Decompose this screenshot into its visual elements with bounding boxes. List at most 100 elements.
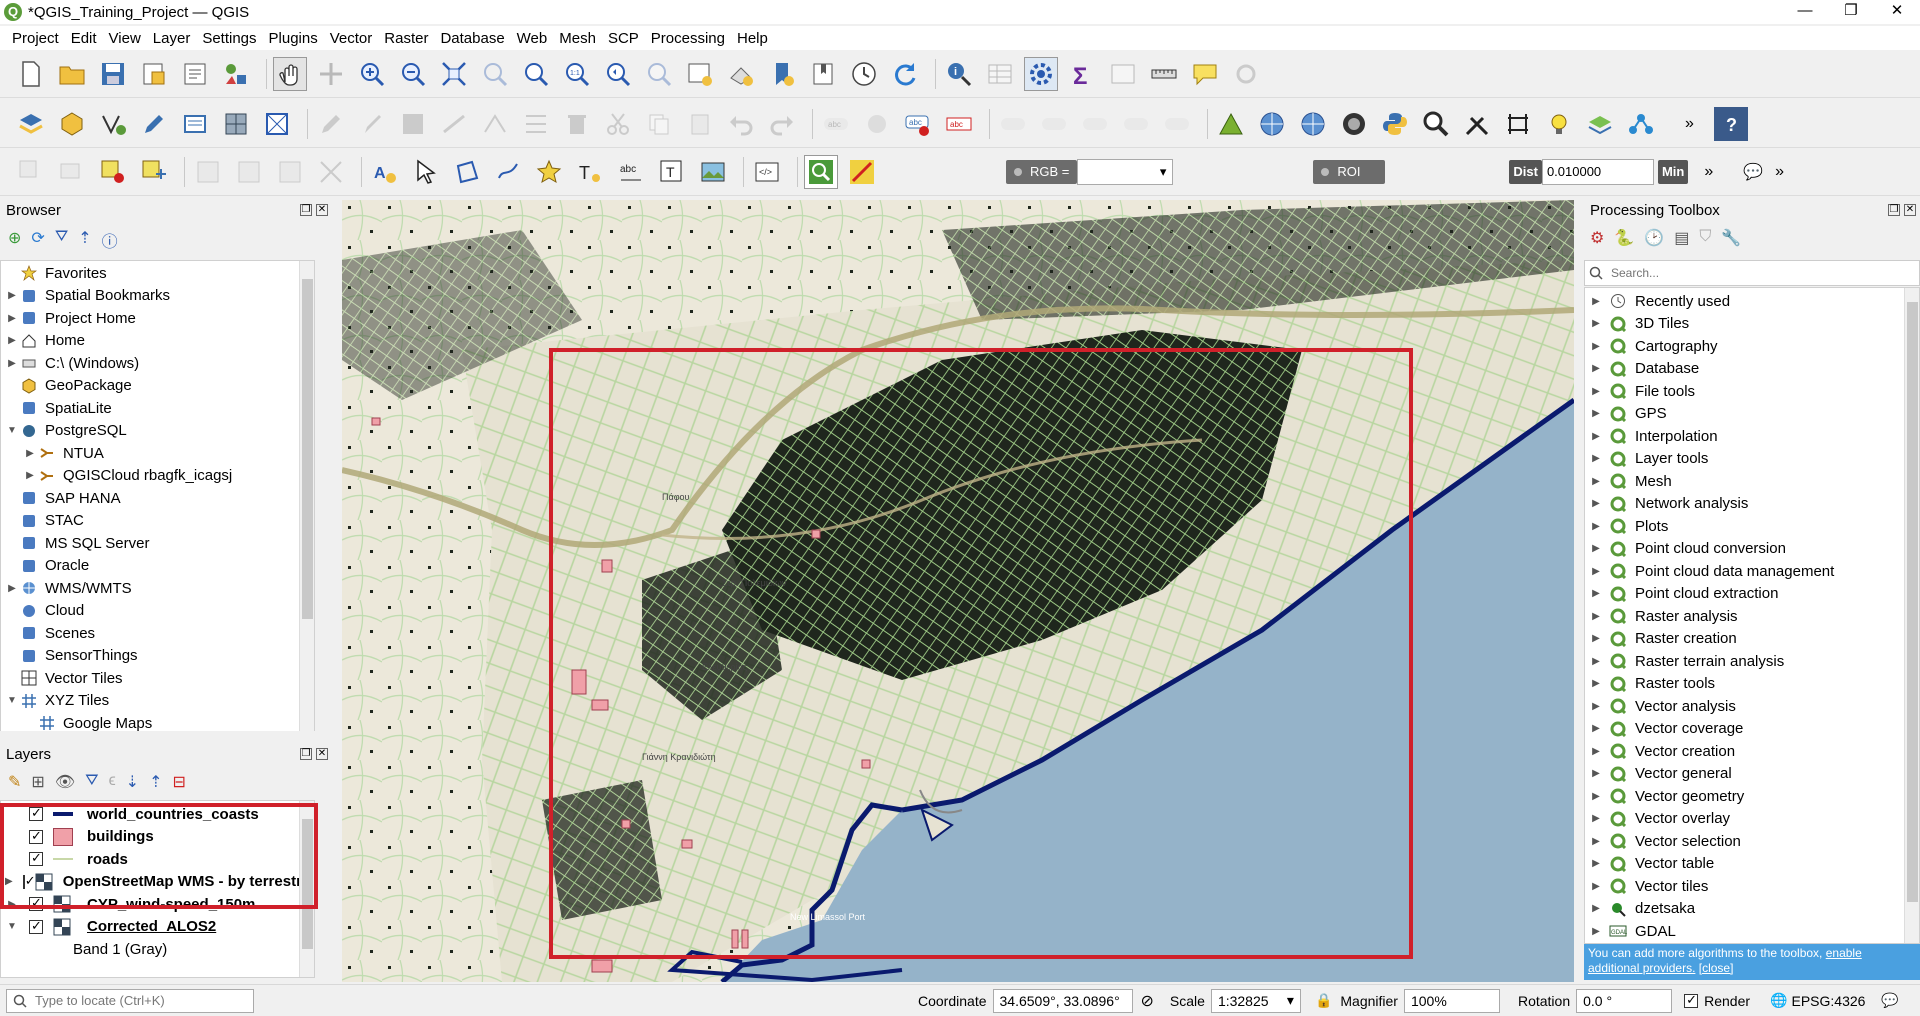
browser-item[interactable]: Cloud: [1, 600, 314, 623]
select-location-button[interactable]: [137, 155, 171, 189]
provider-expand-arrow-icon[interactable]: ▶: [1589, 408, 1603, 419]
magnifier-spinbox[interactable]: 100%: [1403, 988, 1500, 1013]
add-raster-layer-button[interactable]: [219, 107, 253, 141]
zoom-next-button[interactable]: [642, 57, 676, 91]
models-icon[interactable]: ⚙: [1590, 228, 1604, 248]
provider-expand-arrow-icon[interactable]: ▶: [1589, 431, 1603, 442]
zoom-last-button[interactable]: [601, 57, 635, 91]
processing-provider-item[interactable]: ▶ GPS: [1585, 403, 1919, 426]
browser-item[interactable]: ▶ WMS/WMTS: [1, 577, 314, 600]
provider-expand-arrow-icon[interactable]: ▶: [1589, 588, 1603, 599]
processing-close-icon[interactable]: ✕: [1904, 204, 1916, 216]
processing-scrollbar[interactable]: [1904, 288, 1919, 943]
processing-float-icon[interactable]: ❐: [1888, 204, 1900, 216]
lock-scale-icon[interactable]: 🔒: [1315, 992, 1332, 1009]
add-mesh-layer-button[interactable]: [260, 107, 294, 141]
undo-button[interactable]: [724, 107, 758, 141]
processing-provider-item[interactable]: ▶ Vector general: [1585, 763, 1919, 786]
remove-layer-icon[interactable]: ⊟: [172, 772, 185, 792]
layer-item[interactable]: world_countries_coasts: [1, 803, 314, 826]
layers-close-icon[interactable]: ✕: [316, 748, 328, 760]
layer-item[interactable]: buildings: [1, 826, 314, 849]
identify-features-button[interactable]: i: [942, 57, 976, 91]
menu-scp[interactable]: SCP: [602, 30, 645, 47]
geometry-checker-button[interactable]: [273, 155, 307, 189]
layer-item[interactable]: roads: [1, 848, 314, 871]
processing-provider-item[interactable]: ▶ Layer tools: [1585, 448, 1919, 471]
text-annotation-button[interactable]: A: [368, 155, 402, 189]
browser-item[interactable]: Oracle: [1, 555, 314, 578]
menu-plugins[interactable]: Plugins: [263, 30, 324, 47]
float-icon[interactable]: ❐: [300, 204, 312, 216]
layer-visibility-checkbox[interactable]: [29, 805, 43, 822]
toolbar3-overflow-icon[interactable]: »: [1704, 163, 1713, 181]
rotate-label-button[interactable]: [1119, 107, 1153, 141]
provider-expand-arrow-icon[interactable]: ▶: [1589, 521, 1603, 532]
browser-hscroll[interactable]: [0, 731, 315, 739]
provider-expand-arrow-icon[interactable]: ▶: [1589, 543, 1603, 554]
toggle-editing-button[interactable]: [314, 107, 348, 141]
expand-all-icon[interactable]: ⇣: [126, 772, 139, 792]
open-attribute-table-button[interactable]: [983, 57, 1017, 91]
pan-to-selection-button[interactable]: [314, 57, 348, 91]
provider-expand-arrow-icon[interactable]: ▶: [1589, 566, 1603, 577]
text-along-line-button[interactable]: abc: [614, 155, 648, 189]
wcs-globe-button[interactable]: [1296, 107, 1330, 141]
style-layer-icon[interactable]: ✎: [8, 772, 21, 792]
layer-item[interactable]: ▼ Corrected_ALOS2: [1, 916, 314, 939]
select-annotation-button[interactable]: [409, 155, 443, 189]
modify-attributes-button[interactable]: [519, 107, 553, 141]
processing-provider-item[interactable]: ▶ Vector table: [1585, 853, 1919, 876]
layers-stack-button[interactable]: [1583, 107, 1617, 141]
rotation-spinbox[interactable]: 0.0 °: [1576, 988, 1673, 1013]
results-viewer-icon[interactable]: ▤: [1674, 228, 1689, 248]
provider-expand-arrow-icon[interactable]: ▶: [1589, 881, 1603, 892]
georeferencer-button[interactable]: [1214, 107, 1248, 141]
help-button[interactable]: ?: [1713, 106, 1748, 141]
processing-toolbox-button[interactable]: [1024, 56, 1058, 91]
topology-checker-button[interactable]: [314, 155, 348, 189]
crs-label[interactable]: EPSG:4326: [1791, 993, 1865, 1009]
provider-expand-arrow-icon[interactable]: ▶: [1589, 813, 1603, 824]
new-bookmark-button[interactable]: [765, 57, 799, 91]
zoom-out-button[interactable]: [396, 57, 430, 91]
layer-visibility-checkbox[interactable]: [29, 828, 43, 844]
manage-visibility-icon[interactable]: 👁: [55, 772, 75, 792]
add-delimited-text-button[interactable]: [178, 107, 212, 141]
coordinate-field[interactable]: 34.6509°, 33.0896°: [992, 988, 1133, 1013]
provider-expand-arrow-icon[interactable]: ▶: [1589, 341, 1603, 352]
add-selected-layers-icon[interactable]: ⊕: [8, 228, 21, 252]
digitize-button[interactable]: [137, 107, 171, 141]
grid-tool-button[interactable]: [1501, 107, 1535, 141]
filter-legend-icon[interactable]: ⛛: [85, 772, 98, 792]
data-source-manager-button[interactable]: [14, 107, 48, 141]
menu-processing[interactable]: Processing: [645, 30, 731, 47]
temporal-controller-button[interactable]: [847, 57, 881, 91]
browser-item[interactable]: SensorThings: [1, 645, 314, 668]
browser-item[interactable]: Vector Tiles: [1, 667, 314, 690]
browser-item[interactable]: SAP HANA: [1, 487, 314, 510]
processing-provider-item[interactable]: ▶ File tools: [1585, 380, 1919, 403]
new-3d-view-button[interactable]: [724, 57, 758, 91]
paste-features-button[interactable]: [683, 107, 717, 141]
browser-item[interactable]: ▼ XYZ Tiles: [1, 690, 314, 713]
provider-expand-arrow-icon[interactable]: ▶: [1589, 498, 1603, 509]
layer-expand-arrow-icon[interactable]: ▶: [5, 899, 19, 910]
browser-item[interactable]: SpatiaLite: [1, 397, 314, 420]
info-icon[interactable]: ⓘ: [102, 228, 118, 252]
open-table-button[interactable]: [1106, 57, 1140, 91]
provider-expand-arrow-icon[interactable]: ▶: [1589, 476, 1603, 487]
pan-map-button[interactable]: [273, 56, 307, 91]
expand-arrow-icon[interactable]: ▶: [5, 583, 19, 594]
zoom-native-button[interactable]: 1:1: [560, 57, 594, 91]
text-box-annotation-button[interactable]: T: [655, 155, 689, 189]
expand-arrow-icon[interactable]: ▶: [23, 470, 37, 481]
provider-expand-arrow-icon[interactable]: ▶: [1589, 633, 1603, 644]
expand-arrow-icon[interactable]: ▶: [5, 335, 19, 346]
provider-expand-arrow-icon[interactable]: ▶: [1589, 836, 1603, 847]
processing-provider-item[interactable]: ▶ Raster tools: [1585, 673, 1919, 696]
wms-globe-button[interactable]: [1255, 107, 1289, 141]
browser-item[interactable]: Favorites: [1, 262, 314, 285]
processing-search-box[interactable]: [1584, 260, 1920, 286]
move-label-button[interactable]: [1078, 107, 1112, 141]
